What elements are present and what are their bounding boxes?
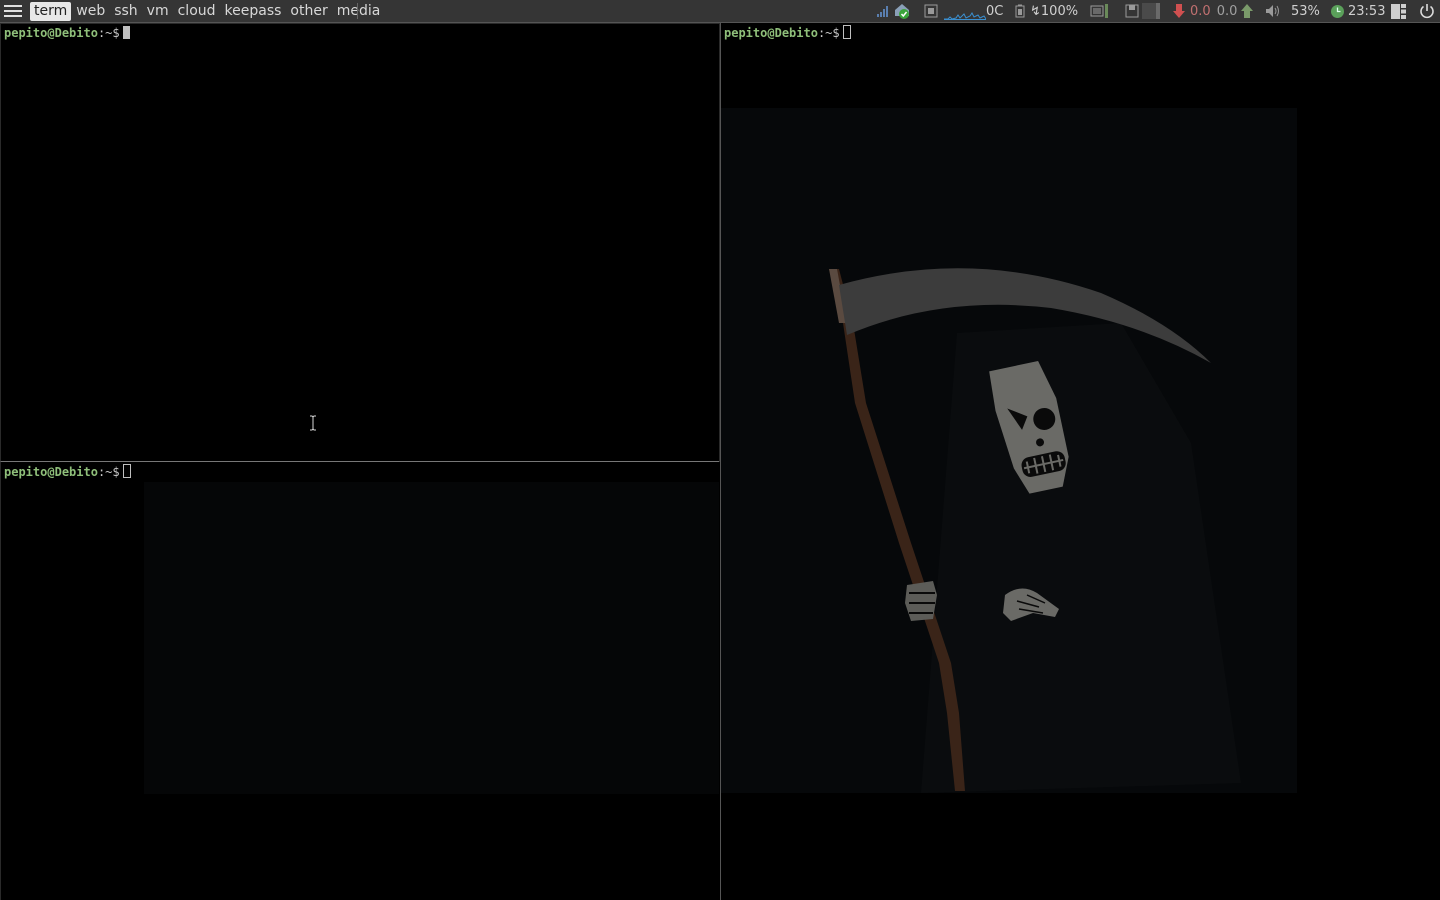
terminal-right[interactable]: pepito@Debito:~$: [720, 23, 1440, 900]
battery-value: 100%: [1040, 3, 1079, 19]
clock-time: 23:53: [1348, 3, 1386, 19]
divider: [357, 3, 358, 19]
cpu-graph: [944, 12, 986, 20]
text-cursor: [842, 25, 851, 39]
power-icon: [1420, 4, 1434, 19]
vpn-shield-icon: [895, 4, 909, 19]
cpu-tray: [924, 0, 986, 22]
network-tray[interactable]: [876, 0, 912, 22]
memory-indicator: [1090, 0, 1110, 22]
layout-indicator[interactable]: [1390, 0, 1407, 22]
volume-indicator[interactable]: 53%: [1265, 0, 1320, 22]
top-bar: term web ssh vm cloud keepass other medi…: [0, 0, 1440, 23]
text-cursor: [122, 26, 130, 39]
terminal-prompt: pepito@Debito:~$: [4, 26, 130, 40]
tag-other[interactable]: other: [286, 2, 331, 21]
mouse-text-cursor-icon: [310, 415, 316, 431]
battery-indicator[interactable]: ↯ 100%: [1012, 0, 1078, 22]
download-speed: 0.0: [1190, 3, 1211, 19]
upload-speed: 0.0: [1216, 3, 1238, 19]
terminal-bottom-left[interactable]: pepito@Debito:~$: [0, 461, 719, 900]
arrow-down-icon: [1173, 4, 1185, 18]
memory-icon: [1090, 4, 1108, 18]
clock[interactable]: 23:53: [1330, 0, 1385, 22]
power-button[interactable]: [1419, 0, 1435, 22]
grim-reaper-wallpaper: [829, 268, 1241, 793]
terminal-prompt: pepito@Debito:~$: [724, 25, 851, 40]
screen-icon: [924, 4, 938, 18]
battery-icon: [1015, 4, 1025, 18]
disk-icon: [1125, 3, 1160, 19]
charging-symbol: ↯: [1030, 3, 1041, 19]
tag-list: term web ssh vm cloud keepass other medi…: [30, 0, 385, 22]
tag-keepass[interactable]: keepass: [221, 2, 286, 21]
wallpaper-shade: [144, 482, 719, 794]
disk-indicator: [1124, 0, 1164, 22]
volume-value: 53%: [1291, 3, 1320, 19]
arrow-up-icon: [1241, 4, 1254, 18]
signal-icon: [877, 6, 888, 17]
menu-icon[interactable]: [4, 2, 22, 20]
text-cursor: [122, 464, 131, 478]
network-speed: 0.0 0.0: [1172, 0, 1254, 22]
speaker-icon: [1266, 5, 1279, 17]
terminal-prompt: pepito@Debito:~$: [4, 464, 131, 479]
tag-ssh[interactable]: ssh: [110, 2, 141, 21]
tag-web[interactable]: web: [72, 2, 109, 21]
temperature-indicator: 0C: [986, 0, 1003, 22]
tag-media[interactable]: media: [333, 2, 385, 21]
temperature-value: 0C: [986, 3, 1004, 19]
layout-icon: [1391, 3, 1406, 19]
tag-cloud[interactable]: cloud: [174, 2, 220, 21]
clock-icon: [1331, 4, 1344, 18]
tag-term[interactable]: term: [30, 1, 72, 21]
tag-vm[interactable]: vm: [143, 2, 173, 21]
terminal-top-left[interactable]: pepito@Debito:~$: [0, 23, 720, 462]
